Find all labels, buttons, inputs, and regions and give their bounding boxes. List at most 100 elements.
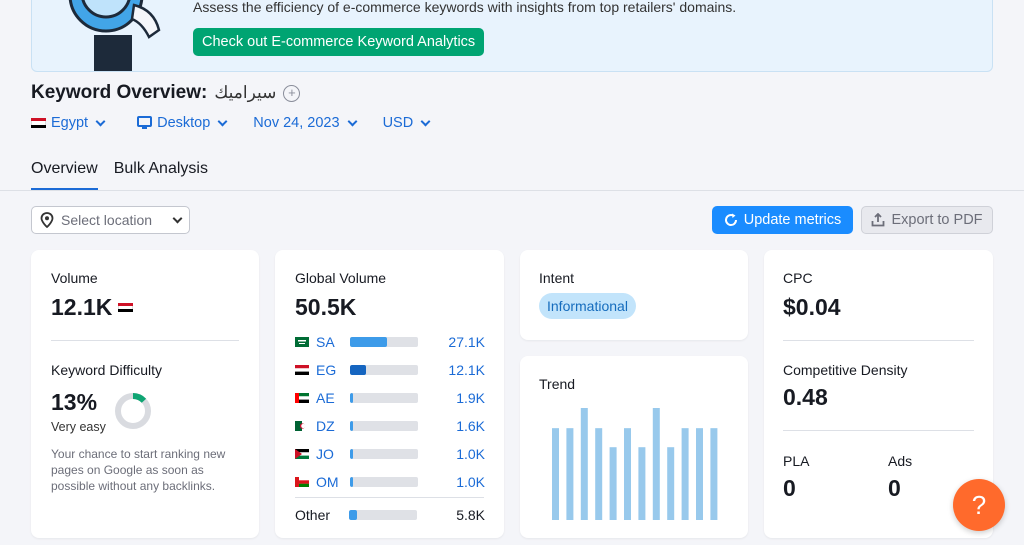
ecommerce-analytics-button[interactable]: Check out E-commerce Keyword Analytics bbox=[193, 28, 485, 56]
keyword-text: سيراميك bbox=[214, 83, 277, 102]
country-volume-value[interactable]: 1.9K bbox=[456, 390, 485, 406]
country-volume-row[interactable]: AE 1.9K bbox=[295, 390, 485, 406]
device-label: Desktop bbox=[157, 115, 211, 131]
card-divider bbox=[783, 340, 974, 341]
trend-bar[interactable] bbox=[552, 428, 559, 520]
update-metrics-label: Update metrics bbox=[743, 212, 842, 228]
country-volume-value[interactable]: 27.1K bbox=[448, 334, 485, 350]
country-code[interactable]: OM bbox=[316, 474, 350, 490]
tab-overview[interactable]: Overview bbox=[31, 160, 98, 191]
volume-share-fill bbox=[350, 337, 387, 347]
card-divider bbox=[51, 340, 239, 341]
ae-flag-icon bbox=[295, 393, 309, 403]
volume-share-fill bbox=[350, 477, 353, 487]
eg-flag-icon bbox=[295, 365, 309, 375]
desktop-icon bbox=[137, 116, 153, 129]
country-code[interactable]: JO bbox=[316, 446, 350, 462]
kd-donut-chart bbox=[115, 393, 151, 429]
country-volume-value[interactable]: 12.1K bbox=[448, 362, 485, 378]
trend-bar[interactable] bbox=[652, 408, 660, 520]
other-label: Other bbox=[295, 507, 331, 523]
export-pdf-label: Export to PDF bbox=[891, 212, 983, 228]
currency-filter[interactable]: USD bbox=[383, 115, 433, 131]
kd-label: Keyword Difficulty bbox=[51, 362, 163, 378]
cpc-value: $0.04 bbox=[783, 294, 841, 320]
country-volume-value[interactable]: 1.0K bbox=[456, 474, 485, 490]
volume-share-fill bbox=[350, 393, 353, 403]
global-volume-label: Global Volume bbox=[295, 270, 387, 286]
trend-bar[interactable] bbox=[624, 428, 631, 520]
ads-label: Ads bbox=[888, 453, 913, 469]
other-volume-value: 5.8K bbox=[456, 507, 485, 523]
chevron-down-icon bbox=[420, 116, 431, 127]
trend-bar[interactable] bbox=[681, 428, 689, 520]
country-filter[interactable]: Egypt bbox=[31, 115, 107, 131]
trend-bar[interactable] bbox=[595, 428, 603, 520]
trend-bar[interactable] bbox=[710, 428, 718, 520]
pla-value: 0 bbox=[783, 475, 796, 501]
trend-bar[interactable] bbox=[638, 447, 646, 520]
country-volume-row[interactable]: DZ 1.6K bbox=[295, 418, 485, 434]
filters-bar: Egypt Desktop Nov 24, 2023 USD bbox=[31, 115, 432, 131]
chevron-down-icon bbox=[172, 213, 183, 224]
kd-description: Your chance to start ranking new pages o… bbox=[51, 447, 226, 493]
location-pin-icon bbox=[40, 212, 54, 228]
volume-share-bar bbox=[350, 393, 418, 403]
ads-value: 0 bbox=[888, 475, 901, 501]
update-metrics-button[interactable]: Update metrics bbox=[712, 206, 853, 234]
volume-share-bar bbox=[350, 337, 418, 347]
kd-value: 13% bbox=[51, 389, 98, 415]
country-code[interactable]: DZ bbox=[316, 418, 350, 434]
chevron-down-icon bbox=[347, 116, 358, 127]
tab-bar: Overview Bulk Analysis bbox=[31, 160, 208, 191]
country-volume-row[interactable]: JO 1.0K bbox=[295, 446, 485, 462]
trend-bar[interactable] bbox=[667, 447, 675, 520]
global-volume-value: 50.5K bbox=[295, 294, 357, 320]
trend-bar[interactable] bbox=[566, 428, 574, 520]
intent-card: Intent Informational bbox=[520, 250, 748, 340]
volume-kd-card: Volume 12.1K Keyword Difficulty 13% Very… bbox=[31, 250, 259, 538]
country-volume-row[interactable]: SA 27.1K bbox=[295, 334, 485, 350]
volume-share-bar bbox=[350, 421, 418, 431]
volume-share-fill bbox=[349, 510, 358, 520]
help-button[interactable]: ? bbox=[953, 479, 1005, 531]
volume-share-fill bbox=[350, 449, 353, 459]
banner-text: Assess the efficiency of e-commerce keyw… bbox=[193, 0, 737, 15]
card-divider bbox=[783, 430, 974, 431]
egypt-flag-icon bbox=[31, 118, 46, 128]
country-volume-value[interactable]: 1.0K bbox=[456, 446, 485, 462]
trend-bar[interactable] bbox=[696, 428, 703, 520]
export-pdf-button[interactable]: Export to PDF bbox=[861, 206, 993, 234]
volume-share-bar bbox=[350, 365, 418, 375]
refresh-icon bbox=[724, 213, 737, 226]
volume-share-bar bbox=[350, 449, 418, 459]
om-flag-icon bbox=[295, 477, 309, 487]
country-volume-row[interactable]: EG 12.1K bbox=[295, 362, 485, 378]
chevron-down-icon bbox=[217, 116, 228, 127]
global-volume-card: Global Volume 50.5K SA 27.1K EG 12.1K AE 1.9K… bbox=[275, 250, 504, 538]
location-placeholder: Select location bbox=[61, 212, 153, 228]
country-code[interactable]: SA bbox=[316, 334, 350, 350]
add-keyword-plus-icon[interactable]: + bbox=[283, 84, 301, 102]
device-filter[interactable]: Desktop bbox=[137, 115, 229, 131]
country-volume-row[interactable]: OM 1.0K bbox=[295, 474, 485, 490]
jo-flag-icon bbox=[295, 449, 309, 459]
trend-bar[interactable] bbox=[609, 447, 617, 520]
tab-divider bbox=[0, 190, 1024, 191]
country-code[interactable]: EG bbox=[316, 362, 350, 378]
trend-bar[interactable] bbox=[580, 408, 588, 520]
trend-label: Trend bbox=[539, 376, 576, 392]
export-icon bbox=[872, 213, 885, 227]
country-code[interactable]: AE bbox=[316, 390, 350, 406]
cpc-label: CPC bbox=[783, 270, 813, 286]
kd-level: Very easy bbox=[51, 420, 106, 434]
volume-share-bar bbox=[350, 477, 418, 487]
location-select[interactable]: Select location bbox=[31, 206, 190, 234]
volume-share-bar bbox=[349, 510, 417, 520]
tab-bulk-analysis[interactable]: Bulk Analysis bbox=[114, 160, 208, 191]
pla-label: PLA bbox=[783, 453, 810, 469]
trend-card: Trend bbox=[520, 356, 748, 538]
ecommerce-banner: Assess the efficiency of e-commerce keyw… bbox=[31, 0, 993, 72]
date-filter[interactable]: Nov 24, 2023 bbox=[253, 115, 358, 131]
country-volume-value[interactable]: 1.6K bbox=[456, 418, 485, 434]
